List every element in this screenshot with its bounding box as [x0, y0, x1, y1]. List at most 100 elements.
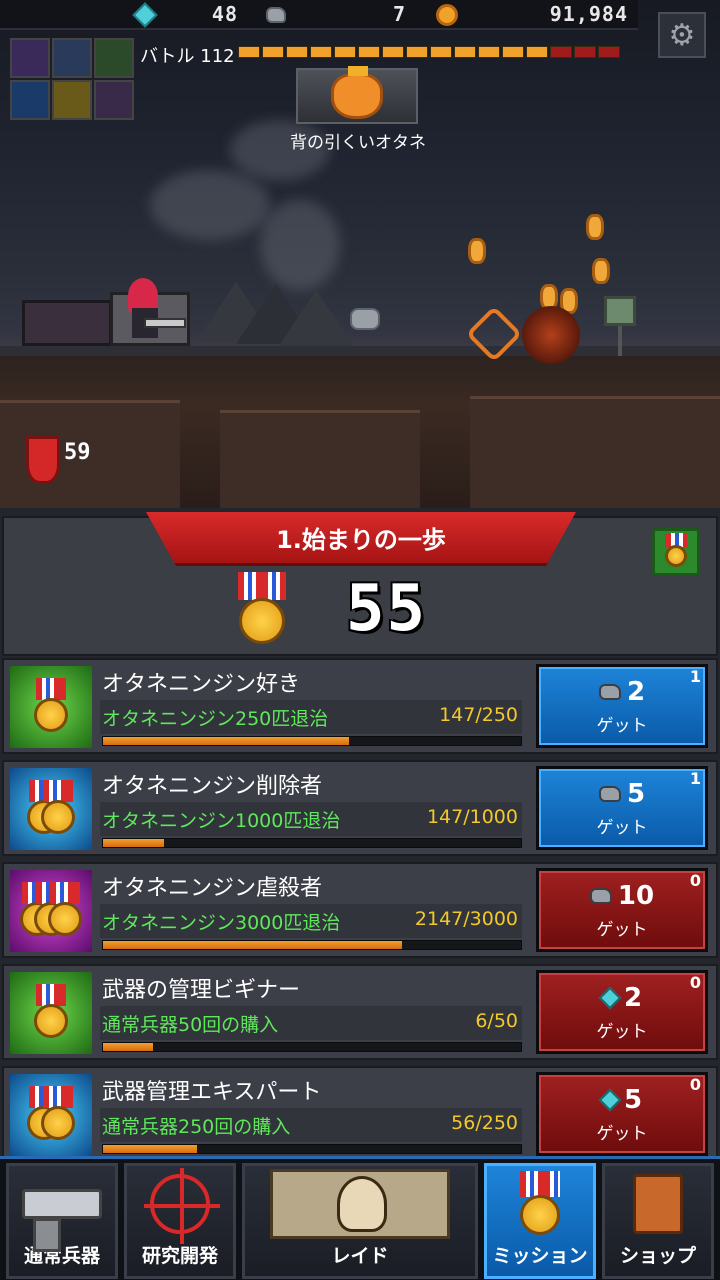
- nav-weapons[interactable]: 通常兵器: [6, 1163, 118, 1279]
- claim-reward-button[interactable]: 0 2 ゲット: [536, 970, 708, 1054]
- mission-title: 1.始まりの一歩: [276, 526, 446, 554]
- progress-bar: [102, 1144, 522, 1154]
- hp-segment: [598, 46, 620, 58]
- mission-goal: 通常兵器250回の購入: [102, 1116, 291, 1138]
- medal-icon: [33, 678, 69, 736]
- reward-amount: 2: [626, 676, 646, 707]
- nav-missions[interactable]: ミッション: [484, 1163, 596, 1279]
- explosion: [522, 306, 580, 364]
- get-label: ゲット: [596, 817, 648, 838]
- coin-resource: [436, 3, 458, 27]
- hp-segment: [382, 46, 404, 58]
- hp-segment: [454, 46, 476, 58]
- stone-count: 7: [392, 2, 406, 26]
- buff-plant-icon[interactable]: [94, 38, 134, 78]
- hp-segment: [286, 46, 308, 58]
- gem-icon: [598, 1088, 622, 1111]
- hp-segment: [478, 46, 500, 58]
- mission-row: 武器管理エキスパート 通常兵器250回の購入 56/250 0 5 ゲット: [2, 1066, 718, 1162]
- hp-segment: [526, 46, 548, 58]
- coin-icon: [436, 4, 458, 26]
- ground-rock: [470, 396, 720, 508]
- mission-row: オタネニンジン好き オタネニンジン250匹退治 147/250 1 2 ゲット: [2, 658, 718, 754]
- player-gun: [144, 318, 186, 328]
- coin-drop[interactable]: [468, 238, 486, 264]
- progress-fill: [103, 1043, 154, 1051]
- hp-segment: [334, 46, 356, 58]
- medal-icon: [40, 1086, 76, 1144]
- claim-count: 0: [689, 871, 701, 890]
- claim-count: 0: [689, 1075, 701, 1094]
- skull-icon: [337, 1175, 387, 1232]
- mountain: [276, 290, 356, 350]
- hp-segment: [406, 46, 428, 58]
- medal-icon: [47, 882, 83, 940]
- mission-medal-icon: [10, 972, 92, 1054]
- battle-scene: 59 48 7 91,984 ⚙ バトル 112 背の引くいオタネ: [0, 0, 720, 508]
- nav-label: 研究開発: [141, 1245, 218, 1267]
- get-label: ゲット: [596, 715, 648, 736]
- pistol-icon: [22, 1188, 102, 1252]
- claim-reward-button[interactable]: 1 5 ゲット: [536, 766, 708, 850]
- mission-row: オタネニンジン虐殺者 オタネニンジン3000匹退治 2147/3000 0 10 ゲット: [2, 862, 718, 958]
- ground-rock: [220, 410, 420, 508]
- buff-bullet-icon[interactable]: [52, 80, 92, 120]
- boss-portrait: [296, 66, 418, 124]
- settings-button[interactable]: ⚙: [658, 12, 706, 58]
- medal-list-button[interactable]: [652, 528, 700, 576]
- medal-icon: [661, 533, 691, 571]
- stone-icon: [589, 887, 612, 904]
- claim-reward-button[interactable]: 0 5 ゲット: [536, 1072, 708, 1156]
- progress-fill: [103, 1145, 197, 1153]
- gem-resource: [132, 2, 158, 28]
- ammo-count: 59: [64, 440, 91, 465]
- ammo-icon: [26, 436, 60, 484]
- nav-research[interactable]: 研究開発: [124, 1163, 236, 1279]
- buff-ammo-icon[interactable]: [52, 38, 92, 78]
- buff-cake-icon[interactable]: [94, 80, 134, 120]
- coin-drop[interactable]: [586, 214, 604, 240]
- medal-icon: [33, 984, 69, 1042]
- stone-icon: [266, 7, 286, 23]
- claim-reward-button[interactable]: 0 10 ゲット: [536, 868, 708, 952]
- get-label: ゲット: [596, 1123, 648, 1144]
- hp-segment: [358, 46, 380, 58]
- claim-reward-button[interactable]: 1 2 ゲット: [536, 664, 708, 748]
- smoke-cloud: [260, 200, 340, 290]
- mission-progress: 2147/3000: [414, 908, 518, 930]
- buff-grenade-icon[interactable]: [10, 80, 50, 120]
- medal-icon: [515, 1170, 565, 1237]
- gem-icon: [132, 2, 158, 28]
- claim-count: 1: [689, 667, 701, 686]
- smoke-cloud: [150, 170, 270, 240]
- hp-segment: [502, 46, 524, 58]
- mission-row: 武器の管理ビギナー 通常兵器50回の購入 6/50 0 2 ゲット: [2, 964, 718, 1060]
- boss-name: 背の引くいオタネ: [290, 133, 426, 153]
- stone-resource: [266, 3, 286, 27]
- mission-title: オタネニンジン虐殺者: [102, 876, 323, 901]
- map-icon: [270, 1168, 450, 1239]
- boss-hp-bar: [238, 46, 620, 58]
- gem-count: 48: [211, 2, 238, 26]
- nav-raid[interactable]: レイド: [242, 1163, 478, 1279]
- nav-shop[interactable]: ショップ: [602, 1163, 714, 1279]
- progress-fill: [103, 941, 403, 949]
- reward-amount: 2: [623, 982, 643, 1013]
- game-screen: 59 48 7 91,984 ⚙ バトル 112 背の引くいオタネ 1.始まりの…: [0, 0, 720, 1280]
- buff-weapon-icon[interactable]: [10, 38, 50, 78]
- claim-count: 0: [689, 973, 701, 992]
- road-sign: [604, 296, 636, 326]
- crosshair-icon: [144, 1167, 220, 1244]
- mission-medal-icon: [10, 666, 92, 748]
- buff-grid: [10, 38, 134, 120]
- stone-drop[interactable]: [350, 308, 380, 330]
- nav-label: ミッション: [492, 1245, 588, 1267]
- reward-amount: 5: [623, 1084, 643, 1115]
- progress-fill: [103, 839, 165, 847]
- mission-goal: オタネニンジン250匹退治: [102, 708, 329, 730]
- medal-icon: [40, 780, 76, 838]
- stone-icon: [598, 683, 621, 700]
- reward-amount: 10: [617, 880, 655, 911]
- hp-segment: [574, 46, 596, 58]
- coin-drop[interactable]: [592, 258, 610, 284]
